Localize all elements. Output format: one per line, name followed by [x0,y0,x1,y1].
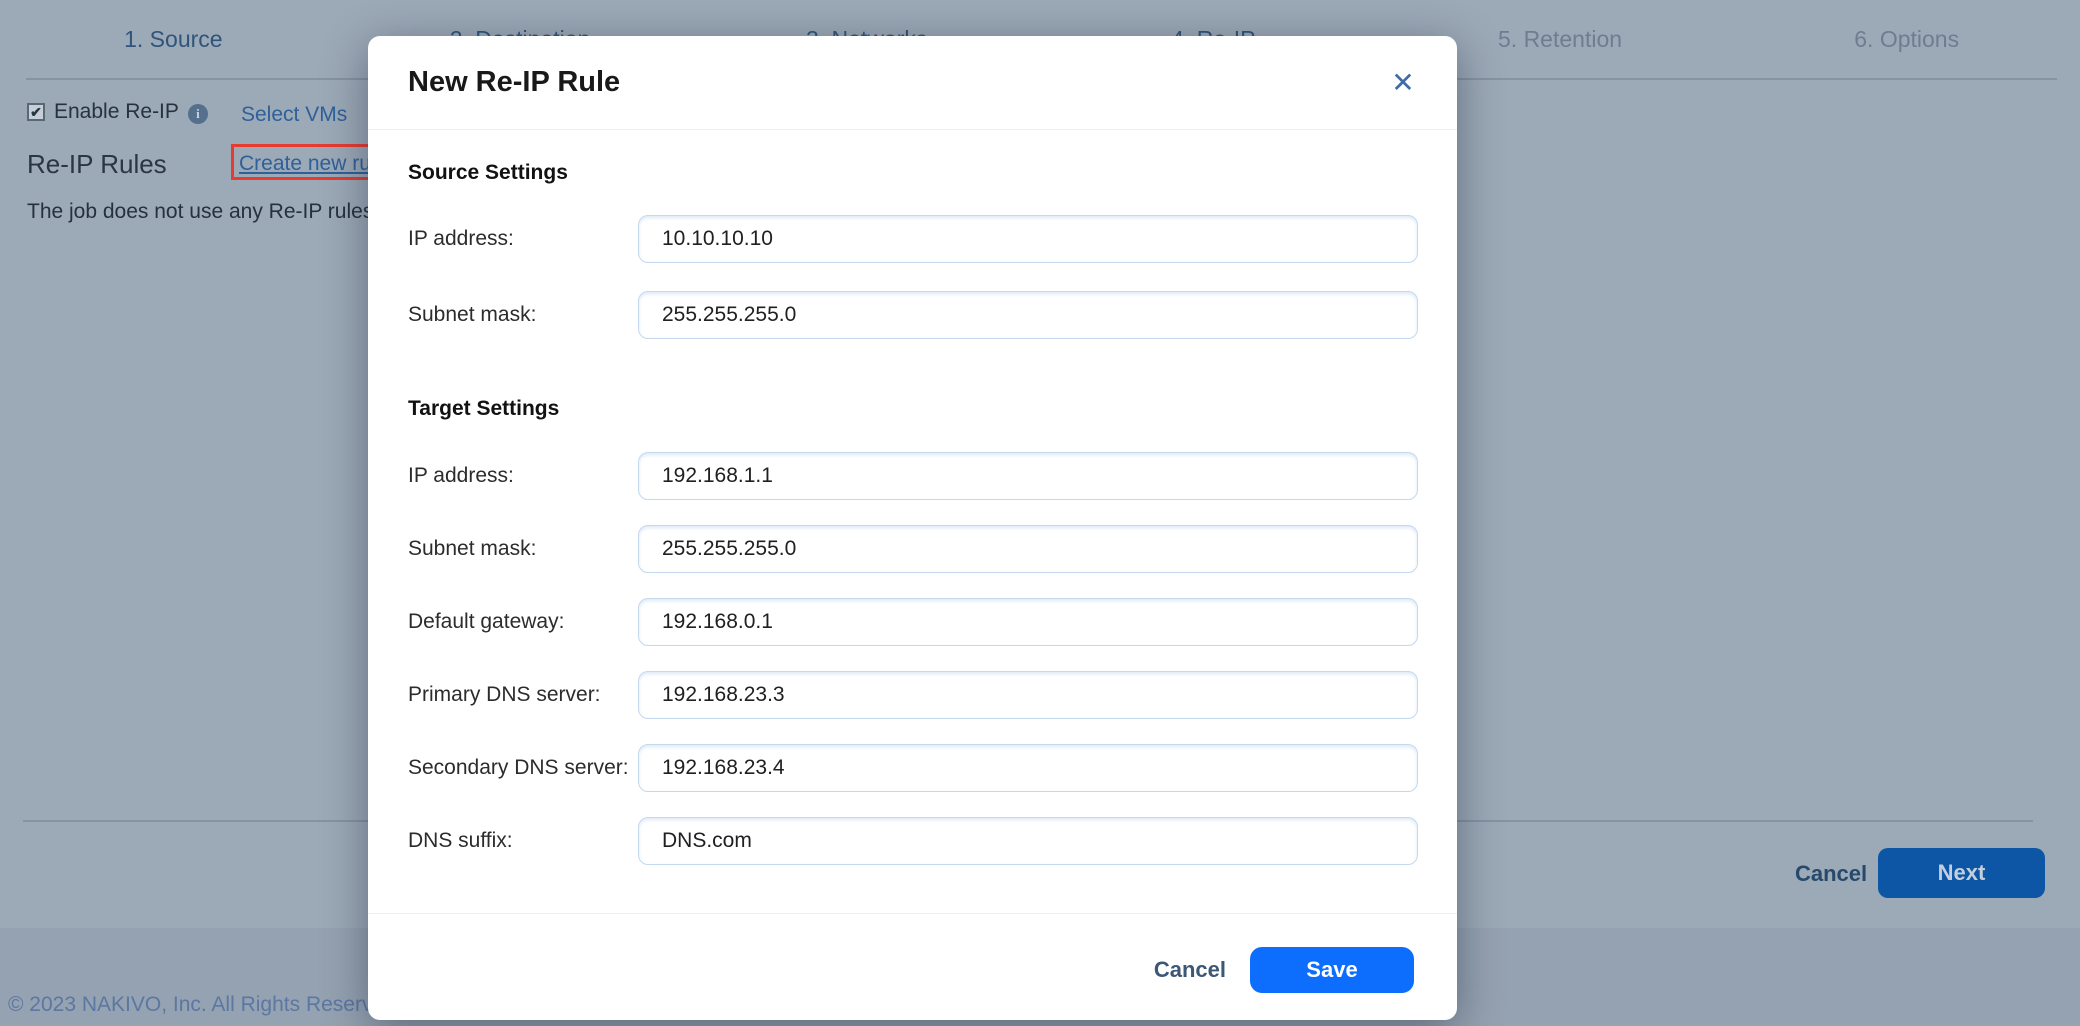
enable-reip-row: ✔ Enable Re-IP i [27,101,208,123]
save-button[interactable]: Save [1250,947,1414,993]
form-row: Subnet mask: [408,525,1786,573]
dialog-cancel-button[interactable]: Cancel [1154,957,1226,983]
form-row: Default gateway: [408,598,1786,646]
info-icon[interactable]: i [188,104,208,124]
annotation-highlight-box [231,144,378,180]
field-label: Primary DNS server: [408,683,638,707]
primary-dns-input[interactable] [638,671,1418,719]
copyright-text: © 2023 NAKIVO, Inc. All Rights Reserved [8,993,396,1017]
dialog-title: New Re-IP Rule [408,66,620,99]
new-reip-rule-dialog: New Re-IP Rule ✕ Source Settings IP addr… [368,36,1457,1020]
target-subnet-input[interactable] [638,525,1418,573]
field-label: DNS suffix: [408,829,638,853]
form-row: IP address: [408,215,1786,263]
form-row: Primary DNS server: [408,671,1786,719]
field-label: IP address: [408,227,638,251]
wizard-next-button[interactable]: Next [1878,848,2045,898]
field-label: IP address: [408,464,638,488]
dialog-footer: Cancel Save [368,947,1457,993]
secondary-dns-input[interactable] [638,744,1418,792]
close-icon[interactable]: ✕ [1385,64,1421,100]
source-ip-input[interactable] [638,215,1418,263]
enable-reip-checkbox[interactable]: ✔ [27,103,45,121]
step-options[interactable]: 6. Options [1733,26,2080,54]
no-rules-message: The job does not use any Re-IP rules. [27,200,379,224]
target-ip-input[interactable] [638,452,1418,500]
header-divider [368,129,1457,130]
wizard-cancel-button[interactable]: Cancel [1795,861,1867,887]
form-row: Subnet mask: [408,291,1786,339]
form-row: Secondary DNS server: [408,744,1786,792]
reip-rules-heading: Re-IP Rules [27,149,167,180]
default-gateway-input[interactable] [638,598,1418,646]
source-settings-title: Source Settings [408,161,568,185]
target-settings-title: Target Settings [408,397,559,421]
form-row: IP address: [408,452,1786,500]
step-source[interactable]: 1. Source [0,26,347,54]
enable-reip-label: Enable Re-IP [54,100,179,124]
select-vms-link[interactable]: Select VMs [241,103,347,127]
footer-divider [368,913,1457,914]
field-label: Default gateway: [408,610,638,634]
field-label: Secondary DNS server: [408,756,638,780]
field-label: Subnet mask: [408,303,638,327]
dialog-header: New Re-IP Rule ✕ [368,36,1457,129]
field-label: Subnet mask: [408,537,638,561]
form-row: DNS suffix: [408,817,1786,865]
source-subnet-input[interactable] [638,291,1418,339]
dns-suffix-input[interactable] [638,817,1418,865]
